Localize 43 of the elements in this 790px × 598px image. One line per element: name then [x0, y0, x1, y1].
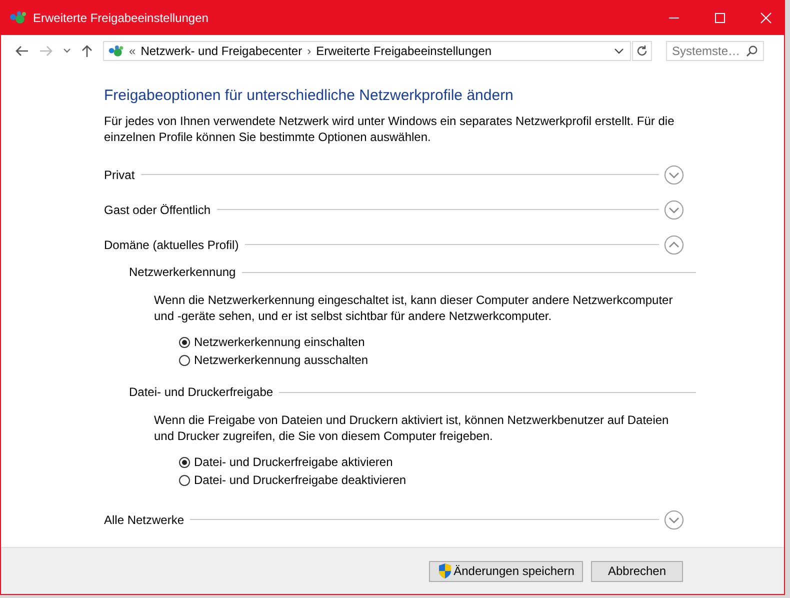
- section-description: Wenn die Netzwerkerkennung eingeschaltet ist, kann dieser Computer andere Netzwerkcomputer und -geräte sehen, und er ist selbst sichtbar für andere Netzwerkcomputer.: [154, 292, 674, 324]
- breadcrumb-item[interactable]: Erweiterte Freigabeeinstellungen: [316, 44, 492, 58]
- maximize-icon[interactable]: [714, 12, 726, 24]
- refresh-icon: [636, 45, 648, 57]
- radio-label[interactable]: Datei- und Druckerfreigabe deaktivieren: [194, 473, 406, 487]
- close-icon[interactable]: [760, 12, 772, 24]
- section-title: Netzwerkerkennung: [129, 265, 236, 279]
- breadcrumb-item[interactable]: Netzwerk- und Freigabecenter: [140, 44, 302, 58]
- expand-chevron-icon[interactable]: [664, 164, 684, 184]
- section-description: Wenn die Freigabe von Dateien und Druckern aktiviert ist, können Netzwerkbenutzer auf Dateien und Drucker zugreifen, die Sie von diesem Computer freigeben.: [154, 412, 670, 444]
- radio-label[interactable]: Netzwerkerkennung einschalten: [194, 335, 365, 349]
- cancel-button[interactable]: Abbrechen: [591, 560, 683, 582]
- radio-label[interactable]: Datei- und Druckerfreigabe aktivieren: [194, 455, 393, 469]
- section-title: Datei- und Druckerfreigabe: [129, 385, 274, 399]
- network-icon: [9, 11, 27, 25]
- radio-button[interactable]: [179, 474, 190, 486]
- page-heading: Freigabeoptionen für unterschiedliche Netzwerkprofile ändern: [104, 87, 514, 104]
- radio-button[interactable]: [179, 336, 190, 348]
- expand-chevron-icon[interactable]: [664, 510, 684, 530]
- window-title: Erweiterte Freigabeeinstellungen: [33, 11, 208, 25]
- chevron-down-icon[interactable]: [614, 48, 624, 54]
- profile-label[interactable]: Alle Netzwerke: [104, 512, 184, 526]
- shield-icon: [438, 563, 452, 579]
- profile-label[interactable]: Domäne (aktuelles Profil): [104, 238, 239, 252]
- chevron-down-icon[interactable]: [63, 48, 71, 54]
- breadcrumb-separator: ›: [307, 44, 312, 58]
- up-arrow-icon[interactable]: [81, 44, 93, 58]
- back-arrow-icon[interactable]: [15, 45, 29, 57]
- profile-label[interactable]: Privat: [104, 168, 135, 182]
- search-field[interactable]: Systemste…: [666, 41, 764, 61]
- refresh-button[interactable]: [632, 41, 652, 61]
- overflow-chevrons[interactable]: «: [129, 44, 136, 58]
- collapse-chevron-icon[interactable]: [664, 234, 684, 254]
- save-button[interactable]: Änderungen speichern: [429, 560, 583, 582]
- expand-chevron-icon[interactable]: [664, 200, 684, 220]
- address-bar[interactable]: « Netzwerk- und Freigabecenter › Erweiterte Freigabeeinstellungen: [103, 41, 631, 61]
- intro-text: Für jedes von Ihnen verwendete Netzwerk wird unter Windows ein separates Netzwerkprofil erstellt. Für die einzelnen Profile können Sie bestimmte Optionen auswählen.: [104, 113, 676, 145]
- radio-label[interactable]: Netzwerkerkennung ausschalten: [194, 353, 368, 367]
- radio-button[interactable]: [179, 456, 190, 468]
- search-icon: [746, 45, 758, 57]
- radio-button[interactable]: [179, 354, 190, 366]
- profile-label[interactable]: Gast oder Öffentlich: [104, 202, 210, 216]
- network-icon: [108, 44, 124, 58]
